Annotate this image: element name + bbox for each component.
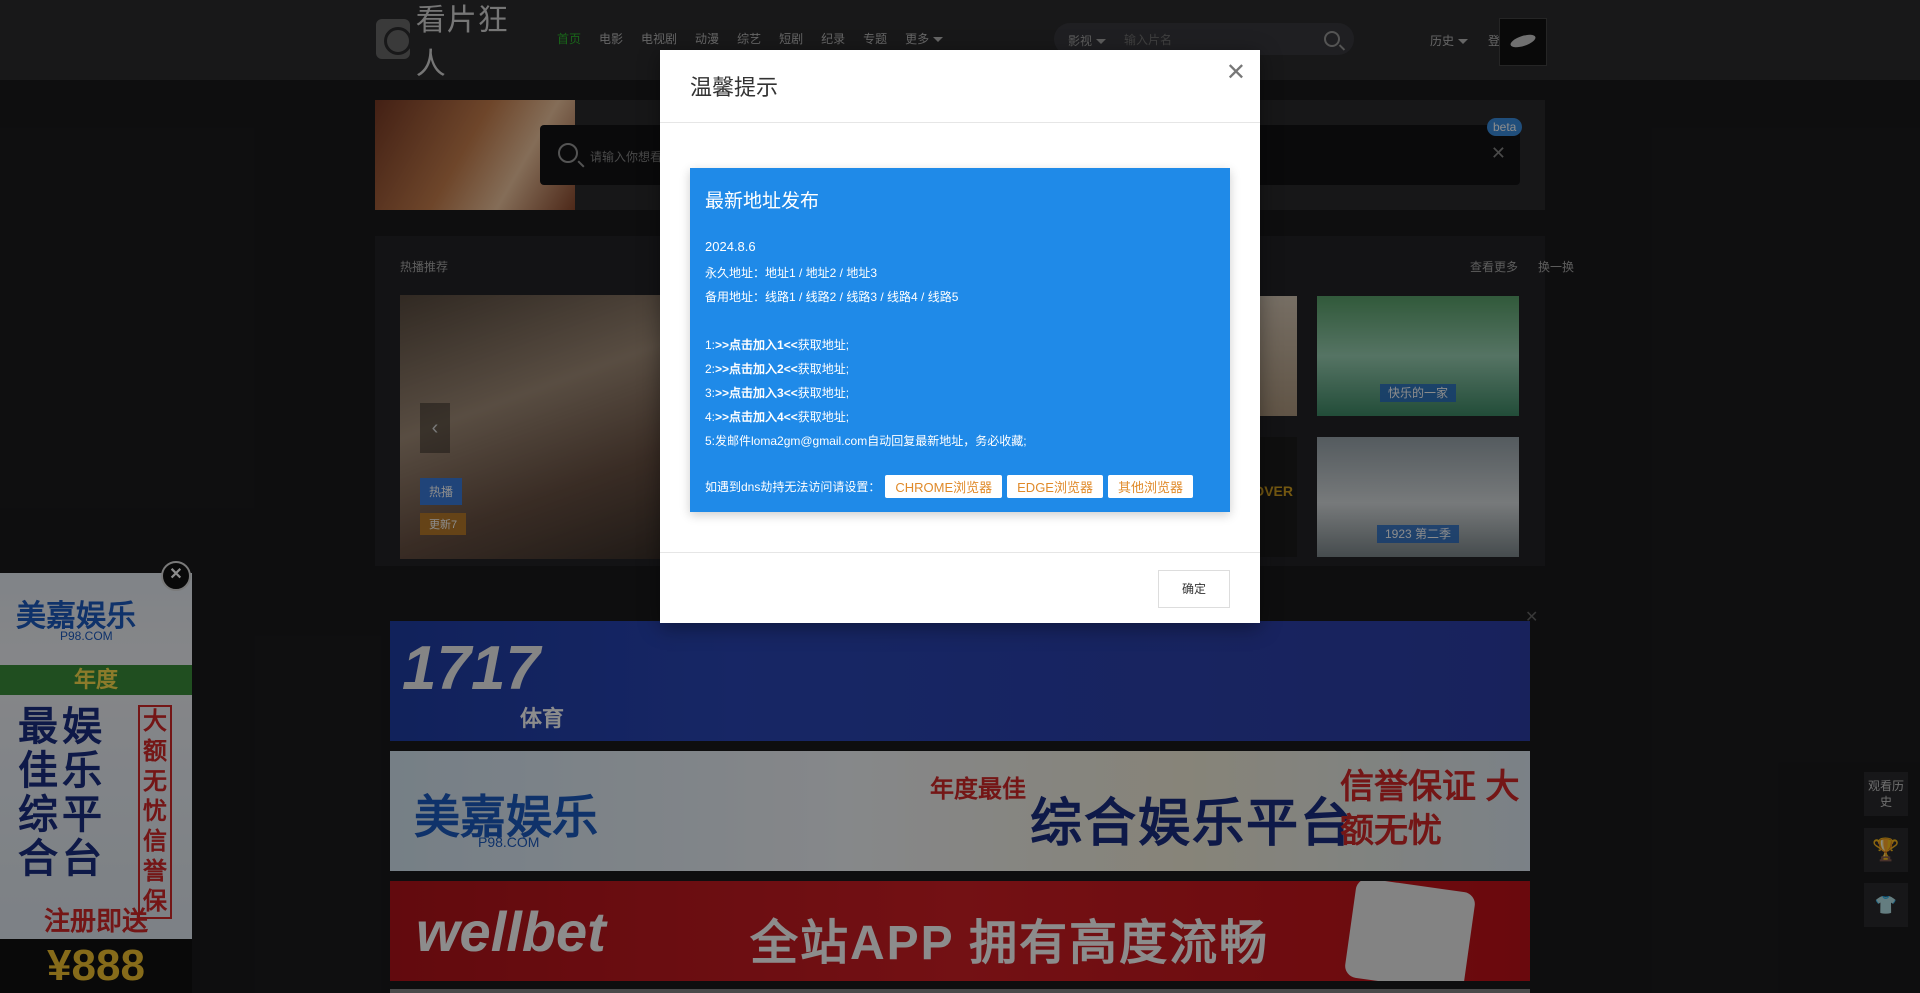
dns-text: 如遇到dns劫持无法访问请设置： xyxy=(705,480,881,494)
notice-item: 3:>>点击加入3<<获取地址; xyxy=(705,384,849,401)
divider xyxy=(660,552,1260,553)
notice-item: 2:>>点击加入2<<获取地址; xyxy=(705,360,849,377)
backup-address-line[interactable]: 备用地址：线路1 / 线路2 / 线路3 / 线路4 / 线路5 xyxy=(705,288,958,305)
close-icon[interactable]: ✕ xyxy=(1226,58,1246,87)
notice-date: 2024.8.6 xyxy=(705,239,756,254)
other-browser-button[interactable]: 其他浏览器 xyxy=(1107,475,1193,498)
email-item: 5:发邮件loma2gm@gmail.com自动回复最新地址，务必收藏; xyxy=(705,434,1027,448)
browser-buttons: 如遇到dns劫持无法访问请设置： CHROME浏览器 EDGE浏览器 其他浏览器 xyxy=(705,475,1193,498)
item-tail: 获取地址; xyxy=(797,338,850,352)
divider xyxy=(660,122,1260,123)
join-link[interactable]: >>点击加入3<< xyxy=(715,386,798,400)
notice-panel: 最新地址发布 2024.8.6 永久地址：地址1 / 地址2 / 地址3 备用地… xyxy=(690,168,1230,512)
item-tail: 获取地址; xyxy=(797,362,850,376)
modal-title: 温馨提示 xyxy=(690,75,779,100)
edge-button[interactable]: EDGE浏览器 xyxy=(1007,475,1103,498)
notice-title: 最新地址发布 xyxy=(705,191,820,212)
item-num: 4: xyxy=(705,410,716,424)
join-link[interactable]: >>点击加入4<< xyxy=(715,410,798,424)
notice-modal: 温馨提示 ✕ 最新地址发布 2024.8.6 永久地址：地址1 / 地址2 / … xyxy=(660,50,1260,623)
chrome-button[interactable]: CHROME浏览器 xyxy=(885,475,1003,498)
join-link[interactable]: >>点击加入2<< xyxy=(715,362,798,376)
permanent-address-line[interactable]: 永久地址：地址1 / 地址2 / 地址3 xyxy=(705,264,877,281)
confirm-button[interactable]: 确定 xyxy=(1158,570,1230,608)
item-tail: 获取地址; xyxy=(797,410,850,424)
join-link[interactable]: >>点击加入1<< xyxy=(715,338,798,352)
item-num: 1: xyxy=(705,338,716,352)
notice-item: 4:>>点击加入4<<获取地址; xyxy=(705,408,849,425)
item-tail: 获取地址; xyxy=(797,386,850,400)
item-num: 2: xyxy=(705,362,716,376)
item-num: 3: xyxy=(705,386,716,400)
notice-item: 1:>>点击加入1<<获取地址; xyxy=(705,336,849,353)
